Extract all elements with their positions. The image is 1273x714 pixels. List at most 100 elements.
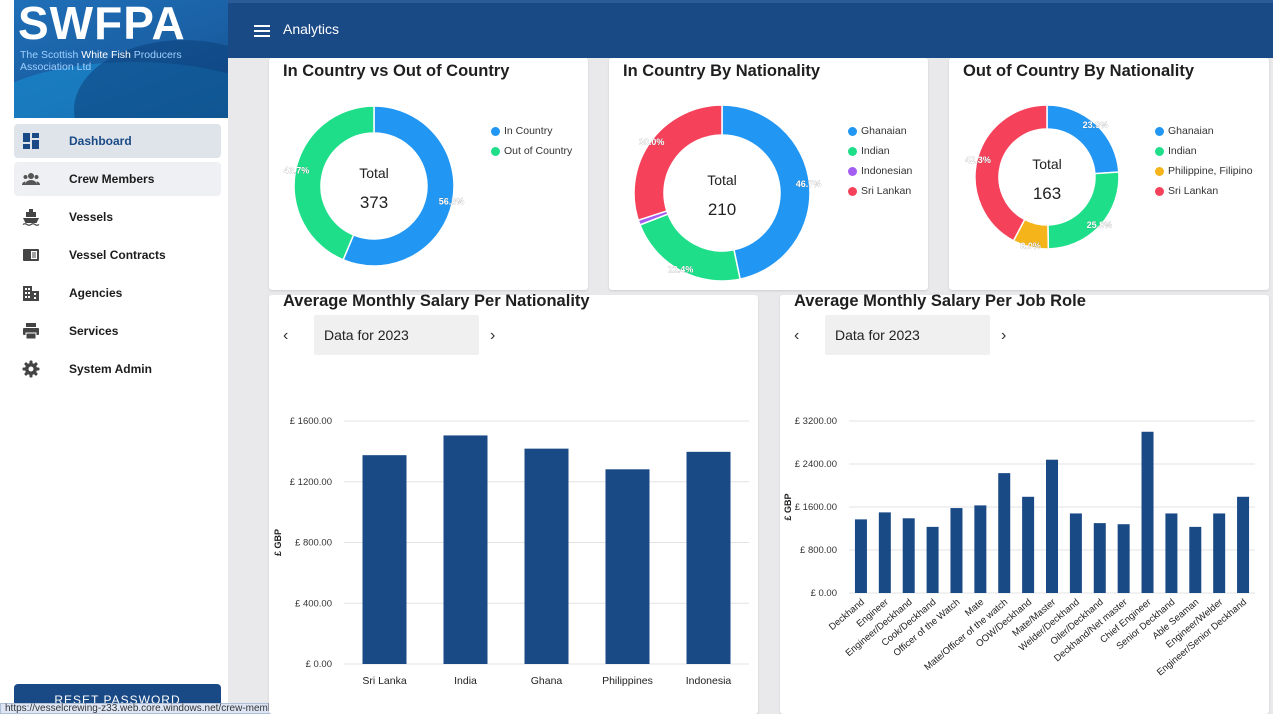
x-tick-label: India: [454, 675, 477, 687]
legend-swatch: [1155, 166, 1164, 176]
slice-value-label: 46.7%: [796, 179, 822, 189]
gear-icon: [22, 360, 40, 378]
brand-logo[interactable]: SWFPA The Scottish White Fish Producers …: [14, 0, 228, 118]
chart-legend: Ghanaian Indian Indonesian Sri Lankan: [848, 121, 912, 201]
bar-chart: £ 0.00 £ 800.00 £ 1600.00 £ 2400.00 £ 3200.0…: [783, 416, 1255, 678]
bar-chart: £ 0.00 £ 400.00 £ 800.00 £ 1200.00 £ 1600.00…: [273, 416, 749, 687]
sidebar-item-system-admin[interactable]: System Admin: [14, 352, 221, 386]
bar[interactable]: [686, 451, 731, 664]
sidebar-item-label: Vessels: [69, 210, 114, 224]
sidebar-item-label: Services: [69, 324, 119, 338]
donut-total-value: 373: [360, 193, 388, 212]
legend-label: Philippine, Filipino: [1168, 165, 1253, 177]
donut-slice-out-of-country[interactable]: [293, 105, 375, 261]
printer-icon: [23, 323, 39, 340]
sidebar-item-vessels[interactable]: Vessels: [14, 200, 221, 234]
slice-value-label: 25.8%: [1087, 220, 1113, 230]
legend-label: Indian: [1168, 145, 1197, 157]
legend-swatch: [491, 146, 500, 156]
donut-card-in-country-nationality: In Country By Nationality 46.7% 22.4% 30.0…: [609, 58, 928, 290]
bar[interactable]: [1141, 431, 1154, 593]
ship-icon: [22, 209, 40, 226]
y-tick-label: £ 800.00: [800, 545, 837, 556]
slice-value-label: 23.9%: [1083, 120, 1109, 130]
y-tick-label: £ 0.00: [811, 588, 837, 599]
y-tick-label: £ 800.00: [295, 538, 332, 549]
legend-item[interactable]: Ghanaian: [1155, 121, 1253, 141]
legend-label: Ghanaian: [1168, 125, 1214, 137]
legend-item[interactable]: In Country: [491, 121, 572, 141]
legend-swatch: [848, 186, 857, 196]
legend-swatch: [491, 126, 500, 136]
legend-item[interactable]: Indian: [1155, 141, 1253, 161]
legend-swatch: [848, 126, 857, 136]
bar[interactable]: [926, 526, 939, 593]
legend-label: Indonesian: [861, 165, 913, 177]
y-axis-label: £ GBP: [273, 529, 283, 556]
donut-center-label: Total: [707, 172, 737, 188]
legend-label: In Country: [504, 125, 553, 137]
slice-value-label: 22.4%: [668, 265, 694, 275]
bar[interactable]: [1093, 523, 1106, 593]
donut-slice-sri-lankan[interactable]: [974, 104, 1048, 242]
legend-swatch: [1155, 186, 1164, 196]
app-root: SWFPA The Scottish White Fish Producers …: [0, 0, 1273, 714]
bar[interactable]: [1165, 513, 1178, 593]
bar[interactable]: [1046, 459, 1058, 593]
bar[interactable]: [443, 435, 488, 664]
bar[interactable]: [1213, 513, 1226, 593]
page-title: Analytics: [283, 21, 340, 37]
bar[interactable]: [902, 518, 915, 593]
y-tick-label: £ 0.00: [306, 659, 332, 670]
bar[interactable]: [974, 505, 987, 593]
y-tick-label: £ 2400.00: [795, 459, 837, 470]
bar[interactable]: [854, 519, 867, 593]
bar[interactable]: [524, 448, 569, 664]
legend-label: Sri Lankan: [861, 185, 912, 197]
sidebar-item-crew-members[interactable]: Crew Members: [14, 162, 221, 196]
bar[interactable]: [1189, 526, 1202, 593]
status-bar-url: https://vesselcrewing-z33.web.core.windo…: [0, 703, 293, 714]
legend-item[interactable]: Indonesian: [848, 161, 912, 181]
sidebar-item-vessel-contracts[interactable]: Vessel Contracts: [14, 238, 221, 272]
bar[interactable]: [878, 512, 891, 593]
x-tick-label: Sri Lanka: [362, 675, 407, 687]
legend-item[interactable]: Indian: [848, 141, 912, 161]
chart-legend: Ghanaian Indian Philippine, Filipino Sri La…: [1155, 121, 1253, 201]
bar[interactable]: [362, 455, 407, 664]
sidebar-item-label: Agencies: [69, 286, 123, 300]
sidebar-nav: Dashboard Crew Members Vessels Vessel Co…: [14, 124, 221, 390]
legend-swatch: [1155, 146, 1164, 156]
chart-legend: In Country Out of Country: [491, 121, 572, 161]
y-tick-label: £ 400.00: [295, 598, 332, 609]
sidebar-item-agencies[interactable]: Agencies: [14, 276, 221, 310]
legend-item[interactable]: Sri Lankan: [1155, 181, 1253, 201]
menu-icon[interactable]: [254, 25, 270, 37]
people-icon: [22, 173, 40, 185]
bar[interactable]: [998, 473, 1011, 593]
bar-card-salary-nationality: Average Monthly Salary Per Nationality ‹…: [269, 292, 758, 714]
sidebar-item-label: Dashboard: [69, 134, 132, 148]
legend-item[interactable]: Ghanaian: [848, 121, 912, 141]
bar[interactable]: [950, 508, 963, 593]
bar[interactable]: [605, 469, 650, 664]
slice-value-label: 30.0%: [639, 137, 665, 147]
legend-item[interactable]: Philippine, Filipino: [1155, 161, 1253, 181]
y-tick-label: £ 1200.00: [290, 477, 332, 488]
bar[interactable]: [1117, 524, 1130, 593]
legend-item[interactable]: Out of Country: [491, 141, 572, 161]
legend-swatch: [1155, 126, 1164, 136]
legend-item[interactable]: Sri Lankan: [848, 181, 912, 201]
bar[interactable]: [1069, 513, 1082, 593]
x-tick-label: Indonesia: [686, 675, 732, 687]
bar[interactable]: [1237, 496, 1250, 593]
sidebar-item-services[interactable]: Services: [14, 314, 221, 348]
sidebar-item-dashboard[interactable]: Dashboard: [14, 124, 221, 158]
x-tick-label: Philippines: [602, 675, 653, 687]
legend-label: Sri Lankan: [1168, 185, 1219, 197]
donut-card-in-vs-out: In Country vs Out of Country 56.3% 43.7% T…: [269, 58, 588, 290]
bar[interactable]: [1022, 496, 1035, 593]
slice-value-label: 56.3%: [439, 197, 465, 207]
donut-total-value: 163: [1033, 184, 1061, 203]
slice-value-label: 8.0%: [1020, 241, 1041, 251]
